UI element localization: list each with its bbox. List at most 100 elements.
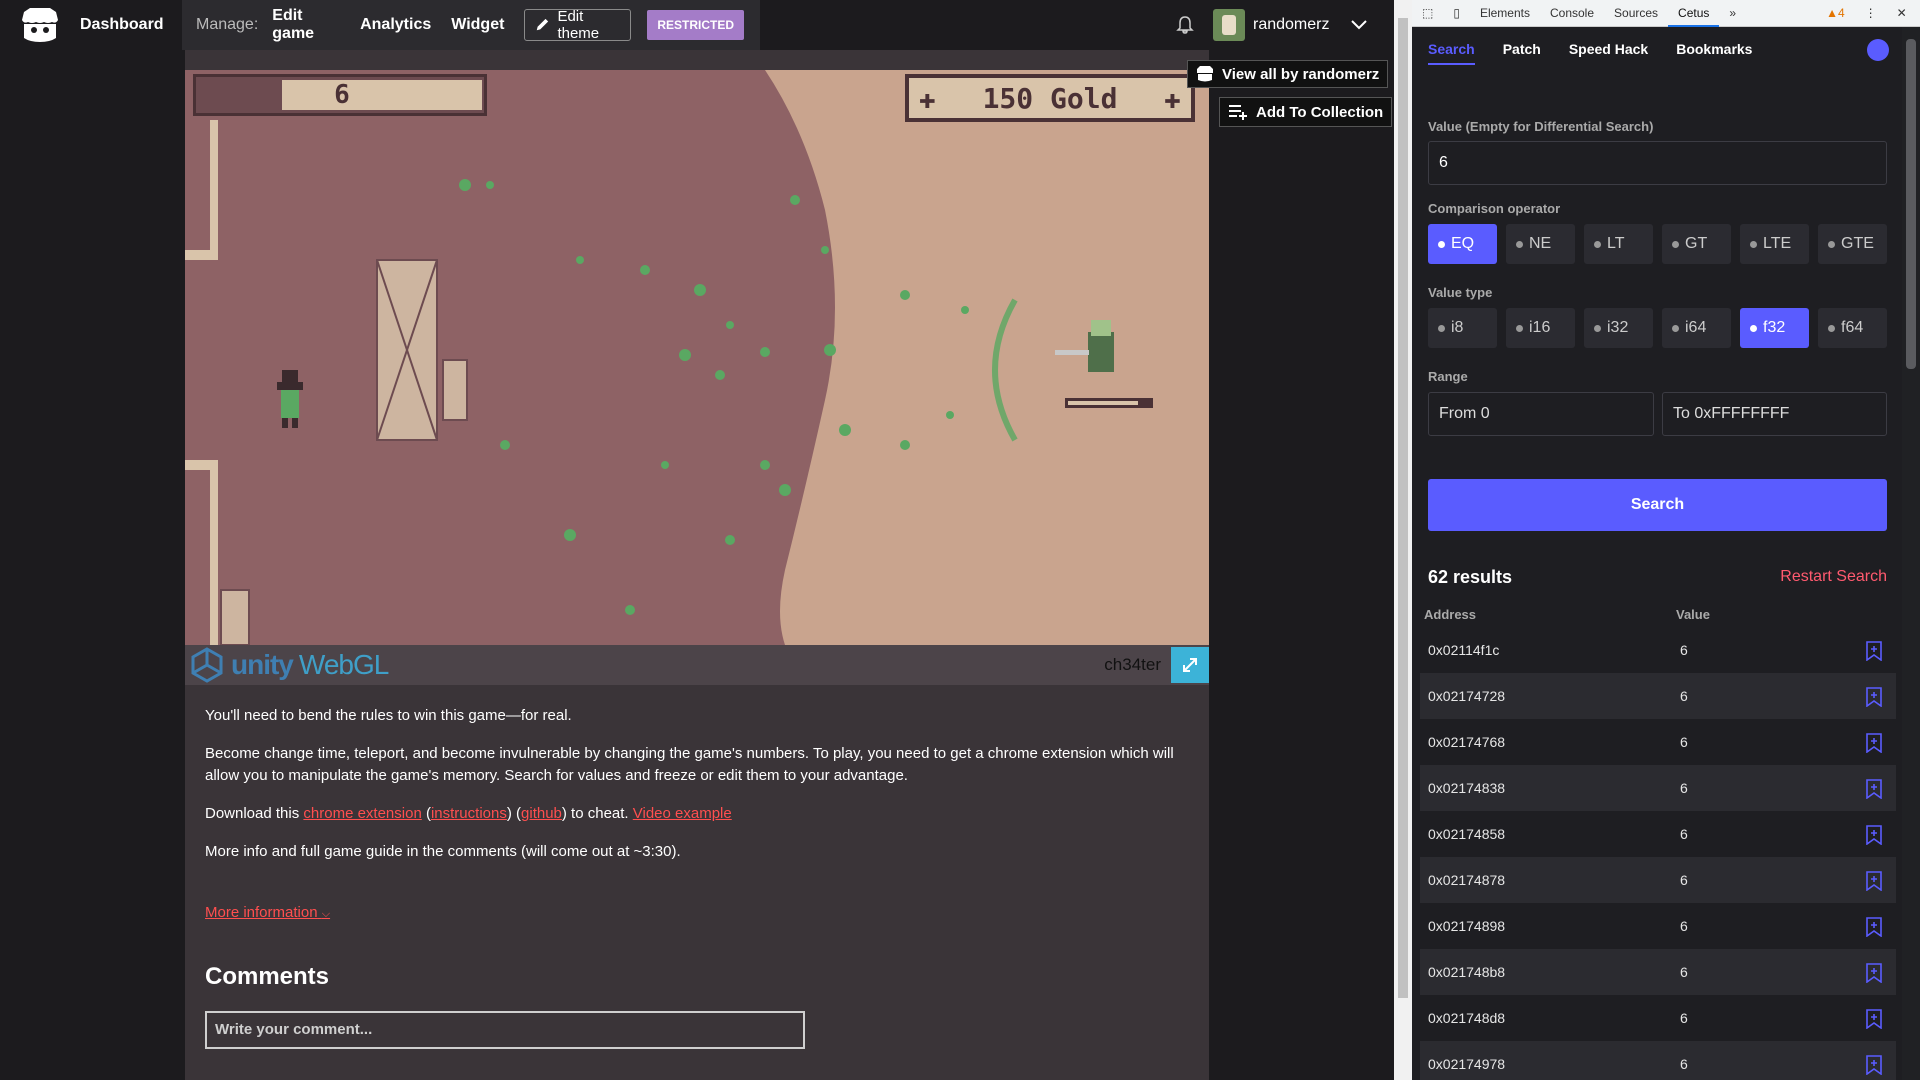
- cetus-tab-search[interactable]: Search: [1428, 41, 1475, 65]
- scrollbar-thumb[interactable]: [1906, 39, 1916, 369]
- table-row[interactable]: 0x02174838 6: [1420, 765, 1896, 811]
- table-row[interactable]: 0x02114f1c 6: [1420, 627, 1896, 673]
- table-row[interactable]: 0x02174898 6: [1420, 903, 1896, 949]
- tab-sources[interactable]: Sources: [1604, 0, 1668, 27]
- analytics-link[interactable]: Analytics: [360, 16, 431, 34]
- bookmark-add-icon[interactable]: [1866, 1009, 1882, 1029]
- bookmark-add-icon[interactable]: [1866, 687, 1882, 707]
- row-address[interactable]: 0x02174858: [1428, 826, 1505, 842]
- type-label-text: i8: [1451, 319, 1464, 336]
- tab-console[interactable]: Console: [1540, 0, 1604, 27]
- operator-gt[interactable]: GT: [1662, 224, 1731, 264]
- type-f64[interactable]: f64: [1818, 308, 1887, 348]
- restricted-badge[interactable]: RESTRICTED: [647, 10, 744, 40]
- table-row[interactable]: 0x02174858 6: [1420, 811, 1896, 857]
- type-i16[interactable]: i16: [1506, 308, 1575, 348]
- operator-eq[interactable]: EQ: [1428, 224, 1497, 264]
- row-address[interactable]: 0x02174898: [1428, 918, 1505, 934]
- kebab-menu-icon[interactable]: ⋮: [1855, 0, 1887, 27]
- dashboard-link[interactable]: Dashboard: [0, 0, 182, 50]
- row-address[interactable]: 0x02174838: [1428, 780, 1505, 796]
- table-row[interactable]: 0x02174878 6: [1420, 857, 1896, 903]
- row-address[interactable]: 0x021748d8: [1428, 1010, 1505, 1026]
- bookmark-add-icon[interactable]: [1866, 825, 1882, 845]
- bookmark-add-icon[interactable]: [1866, 779, 1882, 799]
- tab-cetus[interactable]: Cetus: [1668, 0, 1720, 27]
- username[interactable]: randomerz: [1253, 16, 1329, 34]
- row-value[interactable]: 6: [1680, 1010, 1688, 1026]
- row-value[interactable]: 6: [1680, 688, 1688, 704]
- chrome-extension-link[interactable]: chrome extension: [303, 805, 421, 822]
- more-information-link[interactable]: More information ⌵: [205, 904, 330, 921]
- bell-icon[interactable]: [1175, 15, 1195, 35]
- row-address[interactable]: 0x02174768: [1428, 734, 1505, 750]
- table-row[interactable]: 0x02174768 6: [1420, 719, 1896, 765]
- radio-dot-icon: [1516, 240, 1523, 248]
- device-toggle-icon[interactable]: ▯: [1443, 0, 1470, 27]
- search-button[interactable]: Search: [1428, 479, 1887, 531]
- widget-link[interactable]: Widget: [451, 16, 504, 34]
- page-scrollbar[interactable]: [1394, 0, 1412, 1080]
- tab-elements[interactable]: Elements: [1470, 0, 1540, 27]
- operator-ne[interactable]: NE: [1506, 224, 1575, 264]
- table-row[interactable]: 0x021748d8 6: [1420, 995, 1896, 1041]
- avatar[interactable]: [1213, 9, 1245, 41]
- table-row[interactable]: 0x02174728 6: [1420, 673, 1896, 719]
- instructions-link[interactable]: instructions: [431, 805, 507, 822]
- bookmark-add-icon[interactable]: [1866, 733, 1882, 753]
- operator-lte[interactable]: LTE: [1740, 224, 1809, 264]
- bookmark-add-icon[interactable]: [1866, 641, 1882, 661]
- gear-icon[interactable]: [1867, 39, 1889, 61]
- bookmark-add-icon[interactable]: [1866, 1055, 1882, 1075]
- row-address[interactable]: 0x02174978: [1428, 1056, 1505, 1072]
- row-address[interactable]: 0x02174878: [1428, 872, 1505, 888]
- row-value[interactable]: 6: [1680, 734, 1688, 750]
- cetus-tab-bookmarks[interactable]: Bookmarks: [1676, 41, 1752, 65]
- radio-dot-icon: [1438, 324, 1445, 332]
- type-i64[interactable]: i64: [1662, 308, 1731, 348]
- value-input[interactable]: 6: [1428, 141, 1887, 185]
- bookmark-add-icon[interactable]: [1866, 963, 1882, 983]
- row-address[interactable]: 0x021748b8: [1428, 964, 1505, 980]
- operator-label-text: NE: [1529, 235, 1552, 252]
- fullscreen-button[interactable]: [1171, 647, 1209, 683]
- bookmark-add-icon[interactable]: [1866, 917, 1882, 937]
- cetus-tab-patch[interactable]: Patch: [1503, 41, 1541, 65]
- game-canvas[interactable]: 6 ✚ 150 Gold ✚: [185, 70, 1209, 645]
- comment-input[interactable]: Write your comment...: [205, 1011, 805, 1049]
- row-address[interactable]: 0x02114f1c: [1428, 642, 1499, 658]
- video-example-link[interactable]: Video example: [633, 805, 732, 822]
- row-value[interactable]: 6: [1680, 872, 1688, 888]
- row-value[interactable]: 6: [1680, 1056, 1688, 1072]
- warning-count[interactable]: ▲4: [1816, 0, 1855, 27]
- row-value[interactable]: 6: [1680, 964, 1688, 980]
- inspect-icon[interactable]: ⬚: [1412, 0, 1443, 27]
- edit-game-link[interactable]: Edit game: [272, 7, 340, 43]
- add-to-collection-button[interactable]: Add To Collection: [1219, 97, 1393, 127]
- close-icon[interactable]: ✕: [1887, 0, 1917, 27]
- row-value[interactable]: 6: [1680, 826, 1688, 842]
- operator-gte[interactable]: GTE: [1818, 224, 1887, 264]
- more-tabs-icon[interactable]: »: [1719, 0, 1746, 27]
- scrollbar-thumb[interactable]: [1398, 18, 1408, 998]
- devtools-scrollbar[interactable]: [1902, 27, 1920, 1080]
- table-row[interactable]: 0x02174978 6: [1420, 1041, 1896, 1080]
- view-all-button[interactable]: View all by randomerz: [1187, 60, 1389, 88]
- cetus-tab-speed-hack[interactable]: Speed Hack: [1569, 41, 1648, 65]
- bookmark-add-icon[interactable]: [1866, 871, 1882, 891]
- range-to-input[interactable]: To 0xFFFFFFFF: [1662, 392, 1887, 436]
- range-from-input[interactable]: From 0: [1428, 392, 1654, 436]
- type-f32[interactable]: f32: [1740, 308, 1809, 348]
- row-address[interactable]: 0x02174728: [1428, 688, 1505, 704]
- operator-lt[interactable]: LT: [1584, 224, 1653, 264]
- row-value[interactable]: 6: [1680, 780, 1688, 796]
- github-link[interactable]: github: [521, 805, 562, 822]
- restart-search-button[interactable]: Restart Search: [1780, 568, 1887, 586]
- row-value[interactable]: 6: [1680, 918, 1688, 934]
- type-i8[interactable]: i8: [1428, 308, 1497, 348]
- edit-theme-button[interactable]: Edit theme: [524, 8, 632, 42]
- chevron-down-icon[interactable]: [1351, 20, 1368, 30]
- type-i32[interactable]: i32: [1584, 308, 1653, 348]
- row-value[interactable]: 6: [1680, 642, 1688, 658]
- table-row[interactable]: 0x021748b8 6: [1420, 949, 1896, 995]
